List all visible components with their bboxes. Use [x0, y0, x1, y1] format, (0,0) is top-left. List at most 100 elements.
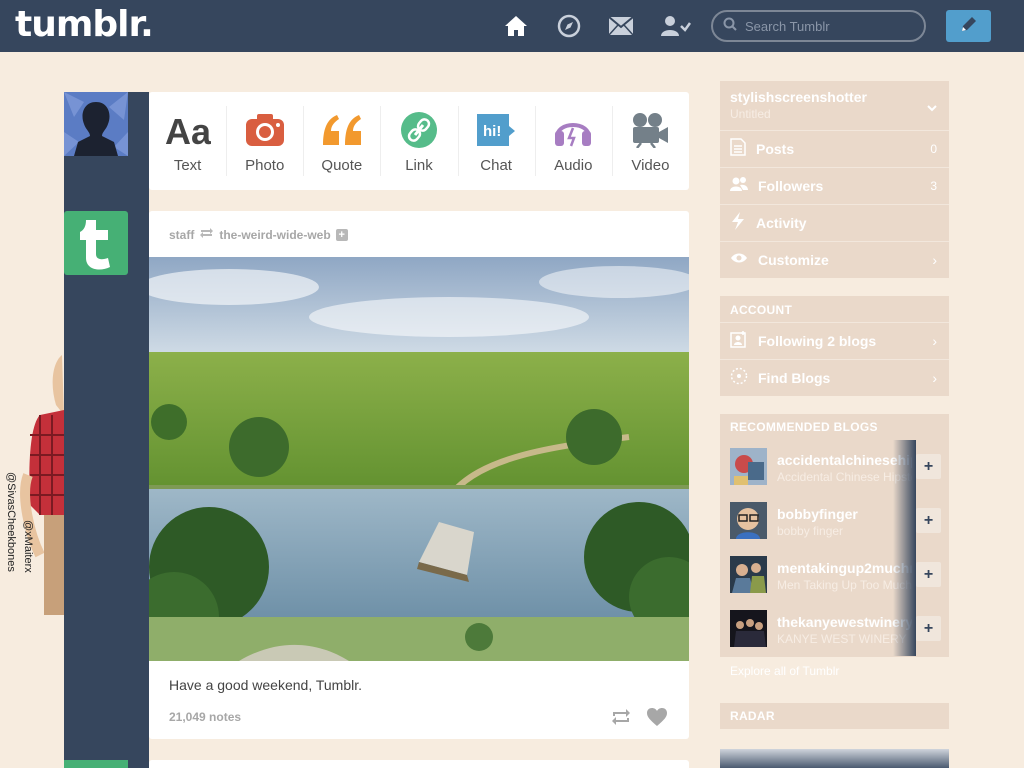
user-avatar[interactable] [64, 92, 128, 156]
like-heart-icon[interactable] [645, 706, 669, 728]
post-type-photo-button[interactable]: Photo [226, 92, 303, 190]
post-type-quote-button[interactable]: Quote [303, 92, 380, 190]
post-type-label: Link [405, 156, 433, 174]
sidebar-item-label: Followers [758, 178, 824, 194]
sidebar-item-posts[interactable]: Posts 0 [720, 130, 949, 167]
reblog-small-icon [199, 227, 214, 242]
top-navbar: tumblr. [0, 0, 1024, 52]
post-type-chat-button[interactable]: hi! Chat [457, 92, 535, 190]
headphones-icon [553, 109, 593, 151]
sidebar-item-label: Following 2 blogs [758, 333, 877, 349]
sidebar-item-count: 0 [930, 142, 937, 156]
follow-plus-button[interactable]: + [916, 508, 941, 533]
link-icon [400, 109, 438, 151]
recommended-blog-avatar[interactable] [730, 556, 767, 593]
text-aa-icon: Aa [165, 109, 211, 151]
sidebar-radar-block: RADAR [720, 703, 949, 729]
post-type-label: Chat [480, 156, 512, 174]
follow-plus-button[interactable]: + [916, 616, 941, 641]
post-notes-count[interactable]: 21,049 notes [169, 710, 241, 724]
account-header: ACCOUNT [730, 303, 793, 317]
sidebar-blog-block: stylishscreenshotter Untitled Posts 0 Fo… [720, 81, 949, 278]
recommended-blog-name[interactable]: accidentalchinesehipsters [777, 452, 912, 468]
sidebar-item-label: Activity [756, 215, 807, 231]
post-type-bar: Aa Text Photo Quote Link hi! Chat Audio [149, 92, 689, 190]
sidebar-item-following[interactable]: Following 2 blogs › [720, 322, 949, 359]
search-input[interactable] [745, 18, 915, 34]
find-blogs-icon [730, 367, 748, 390]
post-author-link[interactable]: staff [169, 228, 194, 242]
camera-icon [245, 109, 285, 151]
search-icon [723, 17, 737, 36]
sidebar-item-find-blogs[interactable]: Find Blogs › [720, 359, 949, 396]
recommended-blog-title: Men Taking Up Too Much Room [777, 578, 912, 592]
recommended-blog-name[interactable]: mentakingup2muchroom [777, 560, 912, 576]
sidebar-blog-title: Untitled [730, 107, 771, 121]
followers-icon [730, 176, 748, 197]
post-type-text-button[interactable]: Aa Text [149, 92, 226, 190]
compose-post-button[interactable] [946, 10, 991, 42]
post-type-video-button[interactable]: Video [611, 92, 689, 190]
sidebar-item-customize[interactable]: Customize › [720, 241, 949, 278]
follow-plus-button[interactable]: + [916, 562, 941, 587]
account-icon[interactable] [661, 13, 691, 39]
post-photo[interactable] [149, 257, 689, 661]
recommended-blog-row[interactable]: thekanyewestwinery KANYE WEST WINERY + [720, 602, 949, 656]
follow-plus-button[interactable]: + [916, 454, 941, 479]
chat-icon: hi! [475, 109, 517, 151]
svg-text:hi!: hi! [483, 123, 501, 140]
home-icon[interactable] [503, 13, 529, 39]
following-icon [730, 330, 748, 353]
radar-post-preview[interactable] [720, 749, 949, 768]
customize-eye-icon [730, 251, 748, 269]
recommended-blog-row[interactable]: mentakingup2muchroom Men Taking Up Too M… [720, 548, 949, 602]
tumblr-logo[interactable]: tumblr. [15, 4, 154, 45]
chevron-right-icon: › [932, 252, 937, 268]
recommended-blog-name[interactable]: thekanyewestwinery [777, 614, 912, 630]
recommended-header: RECOMMENDED BLOGS [730, 420, 878, 434]
follow-plus-icon[interactable]: + [335, 228, 348, 241]
chevron-right-icon: › [932, 370, 937, 386]
sidebar-item-label: Posts [756, 141, 795, 157]
recommended-blog-row[interactable]: accidentalchinesehipsters Accidental Chi… [720, 440, 949, 494]
recommended-blog-avatar[interactable] [730, 610, 767, 647]
post-type-label: Photo [245, 156, 285, 174]
recommended-blog-name[interactable]: bobbyfinger [777, 506, 912, 522]
post-type-label: Quote [321, 156, 363, 174]
recommended-blog-title: KANYE WEST WINERY [777, 632, 907, 646]
reblog-icon[interactable] [609, 706, 633, 728]
post-type-label: Video [631, 156, 670, 174]
recommended-blog-title: Accidental Chinese Hipsters [777, 470, 912, 484]
next-post-avatar[interactable] [64, 760, 128, 768]
quote-icon [321, 109, 363, 151]
sidebar-item-activity[interactable]: Activity [720, 204, 949, 241]
search-box[interactable] [711, 10, 926, 42]
post-type-audio-button[interactable]: Audio [534, 92, 612, 190]
sidebar-blog-name[interactable]: stylishscreenshotter [730, 89, 867, 105]
explore-all-link[interactable]: Explore all of Tumblr [730, 664, 839, 678]
activity-bolt-icon [730, 211, 746, 235]
chevron-right-icon: › [932, 333, 937, 349]
sidebar-account-block: ACCOUNT Following 2 blogs › Find Blogs › [720, 296, 949, 396]
sidebar-item-followers[interactable]: Followers 3 [720, 167, 949, 204]
video-camera-icon [631, 109, 669, 151]
post-type-link-button[interactable]: Link [380, 92, 457, 190]
recommended-blog-row[interactable]: bobbyfinger bobby finger + [720, 494, 949, 548]
sidebar-item-label: Find Blogs [758, 370, 831, 386]
radar-header: RADAR [730, 709, 775, 723]
explore-compass-icon[interactable] [556, 13, 582, 39]
chevron-down-icon[interactable] [927, 99, 937, 117]
posts-icon [730, 137, 746, 161]
svg-text:Aa: Aa [165, 111, 211, 149]
staff-avatar[interactable] [64, 211, 128, 275]
sidebar-item-label: Customize [758, 252, 829, 268]
inbox-mail-icon[interactable] [608, 13, 634, 39]
recommended-blog-avatar[interactable] [730, 448, 767, 485]
reblogged-from-link[interactable]: the-weird-wide-web [219, 228, 330, 242]
recommended-blog-title: bobby finger [777, 524, 844, 538]
decoration-text-2: @SivasCheekbones [5, 472, 17, 572]
sidebar-item-count: 3 [930, 179, 937, 193]
recommended-blog-avatar[interactable] [730, 502, 767, 539]
pencil-icon [959, 14, 979, 39]
decoration-text-1: @xMaiterx [22, 520, 34, 573]
